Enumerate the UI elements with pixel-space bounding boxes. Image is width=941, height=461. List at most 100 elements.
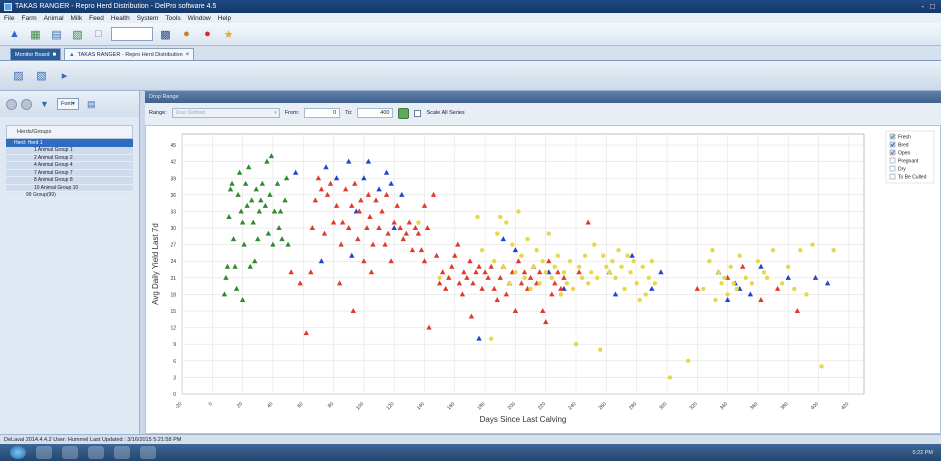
- tree-item-group[interactable]: 4 Animal Group 4: [6, 162, 133, 170]
- cow-icon[interactable]: ▲: [6, 26, 23, 43]
- graph-icon[interactable]: □: [90, 26, 107, 43]
- maximize-button[interactable]: □: [930, 2, 935, 11]
- tree-item-group[interactable]: 2 Animal Group 2: [6, 154, 133, 162]
- data-point: [595, 275, 600, 281]
- data-point: [731, 281, 736, 286]
- data-point: [534, 247, 539, 253]
- data-point: [749, 281, 755, 286]
- range-dropdown-value: User Defined: [175, 110, 205, 116]
- tab-monitor-board[interactable]: Monitor Board ■: [10, 48, 62, 60]
- delpro-icon[interactable]: [114, 446, 130, 459]
- data-point: [649, 259, 655, 264]
- tree-item-group[interactable]: 99 Group(99): [6, 192, 133, 200]
- chart-icon[interactable]: ▦: [27, 26, 44, 43]
- people-icon[interactable]: ●: [178, 26, 195, 43]
- data-point: [437, 275, 442, 281]
- data-point: [619, 264, 624, 269]
- toolbar-search-input[interactable]: [111, 27, 153, 41]
- data-point: [667, 375, 673, 380]
- menu-feed[interactable]: Feed: [89, 15, 104, 22]
- options-icon[interactable]: ▤: [83, 96, 100, 113]
- range-dropdown[interactable]: User Defined ▾: [171, 108, 280, 118]
- data-point: [582, 253, 588, 258]
- tree-item-group[interactable]: 10 Animal Group 10: [6, 184, 133, 192]
- to-input[interactable]: 400: [357, 108, 394, 118]
- herds-groups-panel: ▼ Font ▾ ▤ Herds/Groups Herd: Herd 1 1 An…: [0, 91, 140, 434]
- app-icon: [4, 2, 12, 11]
- menu-help[interactable]: Help: [218, 15, 231, 22]
- data-point: [528, 286, 533, 292]
- tab-monitor-board-label: Monitor Board: [15, 51, 50, 58]
- clock: 5:22 PM: [912, 449, 933, 456]
- y-tick-label: 6: [173, 359, 176, 365]
- save-icon[interactable]: ▨: [10, 67, 27, 84]
- folder-icon[interactable]: [62, 446, 78, 459]
- data-point: [607, 270, 612, 275]
- legend-checkbox[interactable]: [889, 157, 896, 164]
- data-point: [652, 281, 658, 286]
- app-window-icon[interactable]: [140, 446, 156, 459]
- data-point: [728, 264, 733, 269]
- data-point: [504, 220, 509, 225]
- plot-area: [181, 133, 865, 395]
- start-button[interactable]: [10, 446, 26, 459]
- main-toolbar: ▲ ▦ ▤ ▧ □ ▩ ● ● ★: [0, 23, 941, 46]
- grid-icon[interactable]: ▩: [157, 26, 174, 43]
- browser-icon[interactable]: [36, 446, 52, 459]
- print-icon[interactable]: ▧: [33, 67, 50, 84]
- menu-animal[interactable]: Animal: [44, 15, 64, 22]
- y-tick-label: 12: [170, 326, 176, 332]
- tree-item-group[interactable]: 8 Animal Group 8: [6, 177, 133, 185]
- legend-checkbox[interactable]: [889, 165, 896, 172]
- data-point: [722, 275, 727, 281]
- taskbar: 5:22 PM: [0, 444, 941, 461]
- filter-icon[interactable]: ▼: [36, 96, 53, 113]
- y-tick-label: 0: [173, 392, 176, 398]
- y-tick-label: 27: [170, 243, 176, 249]
- panel-title: Drop Range: [145, 91, 941, 103]
- tree-root-herd[interactable]: Herd: Herd 1: [6, 139, 133, 147]
- tree-item-group[interactable]: 1 Animal Group 1: [6, 147, 133, 155]
- font-button[interactable]: Font ▾: [57, 98, 79, 110]
- star-icon[interactable]: ★: [220, 26, 237, 43]
- media-icon[interactable]: [88, 446, 104, 459]
- data-point: [516, 209, 521, 214]
- scale-all-series-checkbox[interactable]: [414, 109, 422, 117]
- export-icon[interactable]: ▸: [56, 67, 73, 84]
- data-point: [501, 264, 506, 269]
- data-point: [510, 242, 515, 247]
- data-point: [643, 292, 648, 297]
- data-point: [713, 297, 718, 303]
- tree-item-group[interactable]: 7 Animal Group 7: [6, 169, 133, 177]
- refresh-button[interactable]: [398, 107, 410, 119]
- to-label: To:: [345, 110, 353, 116]
- y-tick-label: 18: [170, 292, 176, 298]
- menu-window[interactable]: Window: [188, 15, 211, 22]
- alarm-icon[interactable]: ●: [199, 26, 216, 43]
- tab-repro-herd-distribution[interactable]: ▲ TAKAS RANGER - Repro Herd Distribution…: [64, 48, 195, 60]
- menu-file[interactable]: File: [4, 15, 14, 22]
- menu-tools[interactable]: Tools: [165, 15, 180, 22]
- data-point: [549, 275, 554, 281]
- minimize-button[interactable]: -: [921, 2, 924, 11]
- menu-milk[interactable]: Milk: [71, 15, 83, 22]
- tab-close-icon[interactable]: ■: [53, 52, 57, 58]
- menu-farm[interactable]: Farm: [21, 15, 36, 22]
- title-bar: TAKAS RANGER - Repro Herd Distribution -…: [0, 0, 941, 13]
- legend-label: Dry: [898, 167, 906, 173]
- data-point: [719, 281, 724, 286]
- forward-icon[interactable]: [21, 98, 32, 110]
- back-icon[interactable]: [6, 98, 17, 110]
- legend-checkbox[interactable]: [889, 173, 896, 180]
- x-axis-ticks: -20 0 20 40 60 80 100 120 140 160 180 200 220 240 260 2…: [174, 401, 850, 411]
- data-point: [819, 364, 824, 369]
- tab-close-icon[interactable]: ×: [186, 52, 190, 58]
- from-input[interactable]: 0: [304, 108, 341, 118]
- menu-health[interactable]: Health: [111, 15, 130, 22]
- menu-system[interactable]: System: [137, 15, 159, 22]
- font-button-label: Font: [61, 101, 73, 107]
- data-point: [701, 286, 706, 292]
- report-icon[interactable]: ▧: [69, 26, 86, 43]
- y-tick-label: 45: [170, 143, 176, 149]
- table-icon[interactable]: ▤: [48, 26, 65, 43]
